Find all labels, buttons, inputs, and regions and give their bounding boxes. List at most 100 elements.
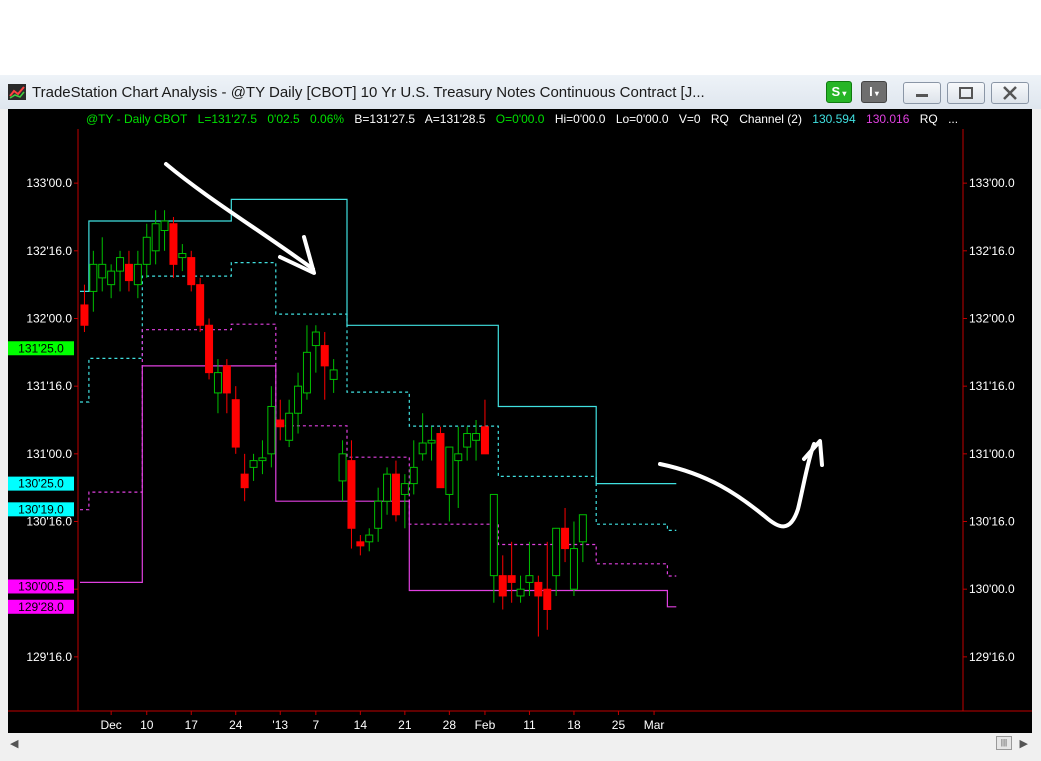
status-volume: V=0 (678, 112, 701, 126)
candle-body (454, 453, 463, 462)
candle-body (347, 460, 356, 529)
status-channel-upper: 130.594 (812, 112, 856, 126)
x-tick-label: 28 (443, 718, 457, 732)
y-tick-label-right: 132'00.0 (969, 311, 1015, 325)
status-low: Lo=0'00.0 (615, 112, 669, 126)
candle (213, 359, 222, 414)
candle (178, 244, 187, 272)
candle-body (338, 453, 347, 482)
candle (169, 216, 178, 278)
y-tick-label-left: 132'00.0 (26, 311, 72, 325)
status-last: L=131'27.5 (197, 112, 258, 126)
x-tick-label: Feb (475, 718, 496, 732)
symbol-link-button[interactable]: S ▾ (826, 81, 852, 103)
candle (436, 426, 445, 489)
candle-body (187, 257, 196, 286)
minimize-icon (916, 94, 928, 97)
y-tick-label-left: 131'16.0 (26, 379, 72, 393)
maximize-button[interactable] (947, 82, 985, 104)
candle-body (329, 369, 338, 380)
candle-body (400, 483, 409, 495)
x-tick-label: '13 (272, 718, 288, 732)
candle (561, 507, 570, 563)
candle (151, 210, 160, 265)
lower-channel-line (80, 365, 677, 608)
candle (427, 426, 436, 461)
maximize-icon (959, 87, 973, 99)
y-tick-label-right: 131'16.0 (969, 379, 1015, 393)
candle-body (231, 399, 240, 448)
y-tick-label-left: 130'16.0 (26, 515, 72, 529)
candle-body (311, 331, 320, 347)
candle (302, 325, 311, 400)
status-pct: 0.06% (310, 112, 345, 126)
candle (409, 440, 418, 495)
candle-body (116, 257, 125, 272)
y-tick-label-right: 131'00.0 (969, 447, 1015, 461)
candle-body (516, 588, 525, 597)
y-tick-label-right: 130'16.0 (969, 515, 1015, 529)
candle-body (525, 575, 534, 583)
candle (142, 223, 151, 278)
price-marker-label: 130'00.5 (18, 579, 64, 593)
chart-app-icon (8, 84, 26, 100)
candle (383, 467, 392, 515)
candle (98, 237, 107, 292)
candle-body (507, 575, 516, 583)
candle-body (480, 426, 489, 455)
candle (569, 521, 578, 596)
y-tick-label-right: 129'16.0 (969, 650, 1015, 664)
scroll-left-arrow-icon[interactable]: ◀ (10, 737, 18, 750)
scroll-right-arrow-icon[interactable]: ▶ (1020, 737, 1028, 750)
status-more: ... (948, 112, 959, 126)
x-tick-label: 25 (612, 718, 626, 732)
status-high: Hi=0'00.0 (554, 112, 606, 126)
candle-body (276, 419, 285, 428)
candle-body (498, 575, 507, 597)
horizontal-scrollbar[interactable]: ◀ ||| ▶ (8, 733, 1032, 753)
candle (552, 527, 561, 596)
candle-body (89, 263, 98, 292)
candle-body (98, 263, 107, 279)
candle (578, 514, 587, 563)
app-window: TradeStation Chart Analysis - @TY Daily … (0, 75, 1041, 761)
status-bid: B=131'27.5 (354, 112, 416, 126)
candle (445, 446, 454, 522)
candle-body (160, 220, 169, 232)
close-button[interactable] (991, 82, 1029, 104)
candle-body (285, 412, 294, 441)
status-symbol: @TY - Daily CBOT (86, 112, 188, 126)
candle-body (436, 433, 445, 489)
candle (196, 277, 205, 333)
status-rq: RQ (710, 112, 729, 126)
candle-body (249, 460, 258, 468)
candle (525, 541, 534, 596)
y-tick-label-left: 131'00.0 (26, 447, 72, 461)
candle-body (142, 236, 151, 265)
title-bar[interactable]: TradeStation Chart Analysis - @TY Daily … (0, 75, 1041, 109)
candle (374, 487, 383, 542)
y-tick-label-left: 129'16.0 (26, 650, 72, 664)
x-tick-label: 21 (398, 718, 412, 732)
candle-body (267, 405, 276, 455)
interval-link-button[interactable]: I ▾ (861, 81, 887, 103)
chart-area[interactable]: 133'00.0 133'00.0 132'16.0 132'16.0 132'00.0… (8, 109, 1032, 733)
x-tick-label: 10 (140, 718, 154, 732)
candle-body (543, 588, 552, 610)
minimize-button[interactable] (903, 82, 941, 104)
status-channel-lower: 130.016 (866, 112, 910, 126)
status-change: 0'02.5 (267, 112, 300, 126)
candle (516, 575, 525, 603)
candle (543, 541, 552, 630)
candle (276, 399, 285, 441)
x-tick-label: 18 (567, 718, 581, 732)
candle (507, 541, 516, 603)
symbol-link-label: S (831, 84, 841, 99)
x-tick-label: 11 (523, 718, 536, 732)
scrollbar-thumb[interactable]: ||| (996, 736, 1012, 750)
candle (463, 426, 472, 461)
candle-body (409, 466, 418, 485)
price-chart[interactable]: 133'00.0 133'00.0 132'16.0 132'16.0 132'00.0… (8, 109, 1032, 733)
candle (454, 426, 463, 508)
candle-body (578, 514, 587, 543)
